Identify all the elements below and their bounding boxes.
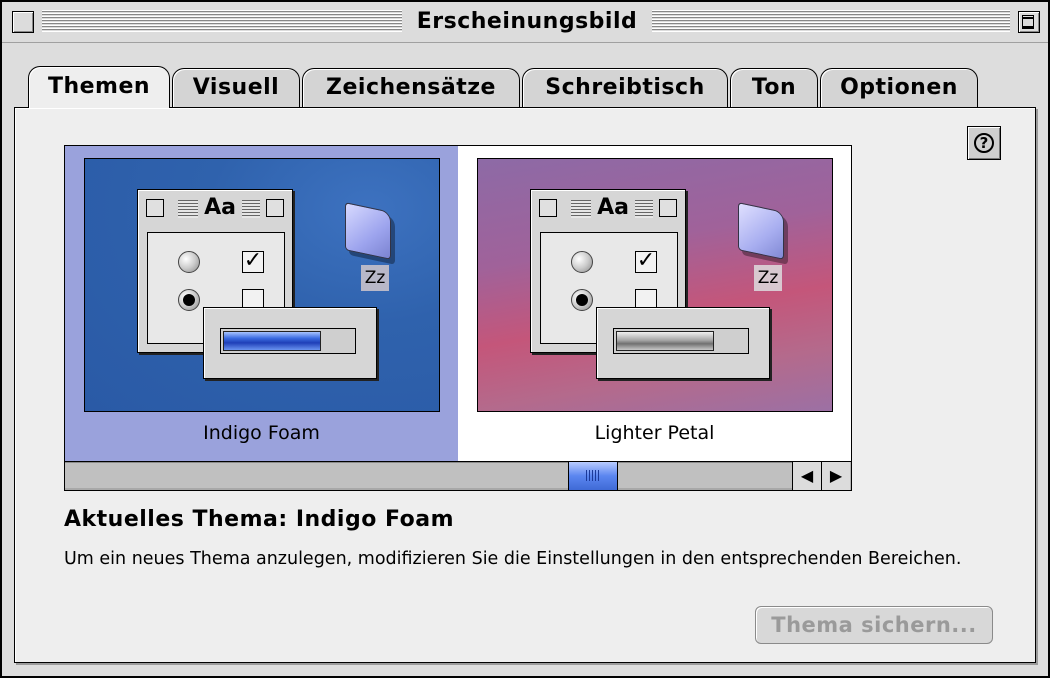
theme-item-lighter-petal[interactable]: Aa ✓ Zz Lighter Petal: [458, 146, 851, 461]
theme-item-indigo-foam[interactable]: Aa ✓ Zz Indigo Foam: [65, 146, 458, 461]
preview-progress-window: [596, 307, 770, 379]
title-bar[interactable]: Erscheinungsbild: [2, 2, 1048, 43]
help-icon: ?: [974, 133, 994, 153]
preview-title: Aa: [204, 195, 236, 220]
appearance-window: Erscheinungsbild Themen Visuell Zeichens…: [0, 0, 1050, 678]
grip-icon: [586, 470, 600, 481]
current-theme-label: Aktuelles Thema: Indigo Foam: [64, 507, 455, 532]
preview-zoom-box: [266, 199, 284, 217]
scroll-left-icon[interactable]: ◀: [792, 462, 821, 490]
checkbox-checked-icon: ✓: [242, 248, 264, 273]
scroll-thumb[interactable]: [568, 462, 618, 490]
radio-on-icon: [178, 289, 200, 311]
window-title: Erscheinungsbild: [402, 8, 652, 36]
checkbox-checked-icon: ✓: [635, 248, 657, 273]
preview-close-box: [146, 199, 164, 217]
radio-on-icon: [571, 289, 593, 311]
theme-list[interactable]: Aa ✓ Zz Indigo Foam Aa ✓ Zz Lighter Peta…: [64, 145, 852, 491]
scroll-right-icon[interactable]: ▶: [821, 462, 850, 490]
tab-themen[interactable]: Themen: [28, 66, 170, 108]
preview-zoom-box: [659, 199, 677, 217]
theme-name: Indigo Foam: [203, 422, 320, 444]
progress-bar-fill: [223, 331, 321, 351]
theme-name: Lighter Petal: [594, 422, 715, 444]
theme-preview-lighter-petal: Aa ✓ Zz: [477, 158, 833, 412]
save-theme-button[interactable]: Thema sichern...: [755, 606, 993, 644]
preview-title: Aa: [597, 195, 629, 220]
folder-label: Zz: [754, 265, 782, 291]
tab-ton[interactable]: Ton: [730, 68, 818, 108]
radio-off-icon: [178, 251, 200, 273]
close-box[interactable]: [12, 11, 34, 33]
tab-zeichensaetze[interactable]: Zeichensätze: [302, 68, 520, 108]
theme-preview-indigo-foam: Aa ✓ Zz: [84, 158, 440, 412]
folder-icon: [736, 201, 786, 260]
folder-label: Zz: [361, 265, 389, 291]
help-button[interactable]: ?: [967, 126, 1001, 160]
tab-optionen[interactable]: Optionen: [820, 68, 978, 108]
preview-progress-window: [203, 307, 377, 379]
radio-off-icon: [571, 251, 593, 273]
scroll-track[interactable]: [65, 462, 792, 490]
preview-close-box: [539, 199, 557, 217]
collapse-box[interactable]: [1018, 11, 1040, 33]
description-text: Um ein neues Thema anzulegen, modifizier…: [64, 549, 962, 569]
progress-bar-fill: [616, 331, 714, 351]
horizontal-scrollbar[interactable]: ◀ ▶: [65, 461, 851, 490]
folder-icon: [343, 201, 393, 260]
tab-schreibtisch[interactable]: Schreibtisch: [522, 68, 728, 108]
tab-visuell[interactable]: Visuell: [172, 68, 300, 108]
